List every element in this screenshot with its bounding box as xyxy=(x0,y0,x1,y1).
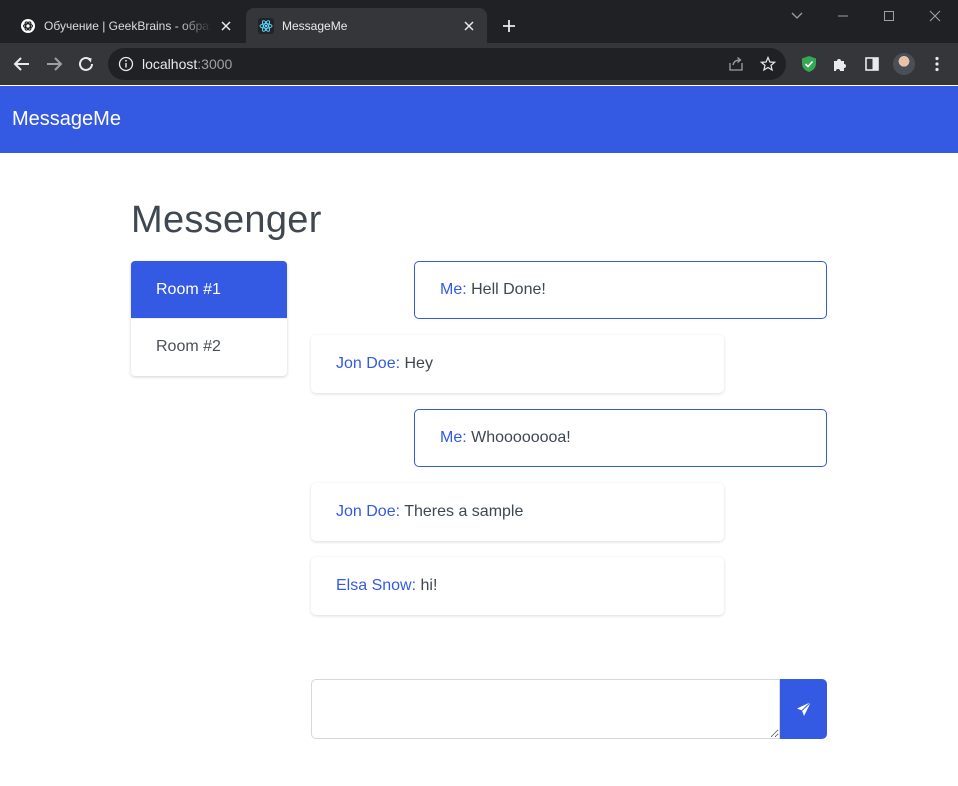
app-navbar: MessageMe xyxy=(0,86,958,153)
side-panel-icon xyxy=(865,57,879,71)
extensions-button[interactable] xyxy=(828,52,852,76)
browser-tab-messageme[interactable]: MessageMe xyxy=(246,8,487,43)
close-icon xyxy=(929,10,941,22)
minimize-button[interactable] xyxy=(831,4,855,28)
room-item-1[interactable]: Room #1 xyxy=(131,261,287,318)
browser-toolbar: localhost:3000 xyxy=(0,43,958,85)
react-icon xyxy=(258,17,274,34)
minimize-icon xyxy=(838,15,848,17)
kebab-menu-icon xyxy=(935,56,939,72)
send-icon xyxy=(796,701,811,716)
message-text: Whoooooooa! xyxy=(466,429,571,446)
star-icon[interactable] xyxy=(758,54,778,74)
message-author: Elsa Snow: xyxy=(336,577,417,594)
tab-search-button[interactable] xyxy=(785,4,809,28)
url-text: localhost:3000 xyxy=(142,56,232,72)
browser-tab-geekbrains[interactable]: Обучение | GeekBrains - образовательный … xyxy=(8,8,244,43)
browser-menu-button[interactable] xyxy=(925,52,949,76)
puzzle-icon xyxy=(834,59,846,71)
arrow-left-icon xyxy=(13,57,29,71)
url-port: :3000 xyxy=(197,56,233,72)
reload-icon xyxy=(79,56,93,71)
message-text: Hey xyxy=(400,355,433,372)
page-title: Messenger xyxy=(131,199,322,241)
plus-icon xyxy=(503,20,515,32)
message-text: hi! xyxy=(416,577,438,594)
message-author: Me: xyxy=(440,429,467,446)
forward-button[interactable] xyxy=(42,52,66,76)
browser-tabstrip: Обучение | GeekBrains - образовательный … xyxy=(0,0,958,43)
arrow-right-icon xyxy=(47,57,63,71)
message-author: Jon Doe: xyxy=(336,355,401,372)
close-window-button[interactable] xyxy=(923,4,947,28)
url-host: localhost xyxy=(142,56,198,72)
message-item: Me: Whoooooooa! xyxy=(414,409,827,467)
message-composer xyxy=(311,679,827,739)
info-icon[interactable] xyxy=(118,56,134,72)
new-tab-button[interactable] xyxy=(498,15,520,37)
message-item: Me: Hell Done! xyxy=(414,261,827,319)
tab-title: Обучение | GeekBrains - образовательный … xyxy=(44,18,212,33)
maximize-button[interactable] xyxy=(877,4,901,28)
send-button[interactable] xyxy=(780,679,827,739)
maximize-icon xyxy=(884,11,894,21)
shield-extension-button[interactable] xyxy=(797,52,821,76)
message-input[interactable] xyxy=(311,679,780,739)
back-button[interactable] xyxy=(10,52,34,76)
chevron-down-icon xyxy=(791,12,803,19)
close-tab-icon[interactable] xyxy=(459,16,479,36)
share-icon[interactable] xyxy=(726,54,746,74)
message-item: Elsa Snow: hi! xyxy=(311,557,724,615)
message-author: Jon Doe: xyxy=(336,503,401,520)
profile-avatar[interactable] xyxy=(893,53,915,75)
reload-button[interactable] xyxy=(74,52,98,76)
close-tab-icon[interactable] xyxy=(216,16,236,36)
message-text: Theres a sample xyxy=(400,503,524,520)
room-item-2[interactable]: Room #2 xyxy=(131,318,287,375)
message-item: Jon Doe: Theres a sample xyxy=(311,483,724,541)
openai-icon xyxy=(21,18,35,33)
room-list: Room #1 Room #2 xyxy=(131,261,287,376)
side-panel-button[interactable] xyxy=(860,52,884,76)
message-author: Me: xyxy=(440,281,467,298)
address-bar[interactable]: localhost:3000 xyxy=(108,48,786,80)
brand-logo-text[interactable]: MessageMe xyxy=(12,108,121,131)
message-item: Jon Doe: Hey xyxy=(311,335,724,393)
message-text: Hell Done! xyxy=(466,281,546,298)
shield-icon xyxy=(802,56,816,72)
tab-title: MessageMe xyxy=(282,18,348,33)
